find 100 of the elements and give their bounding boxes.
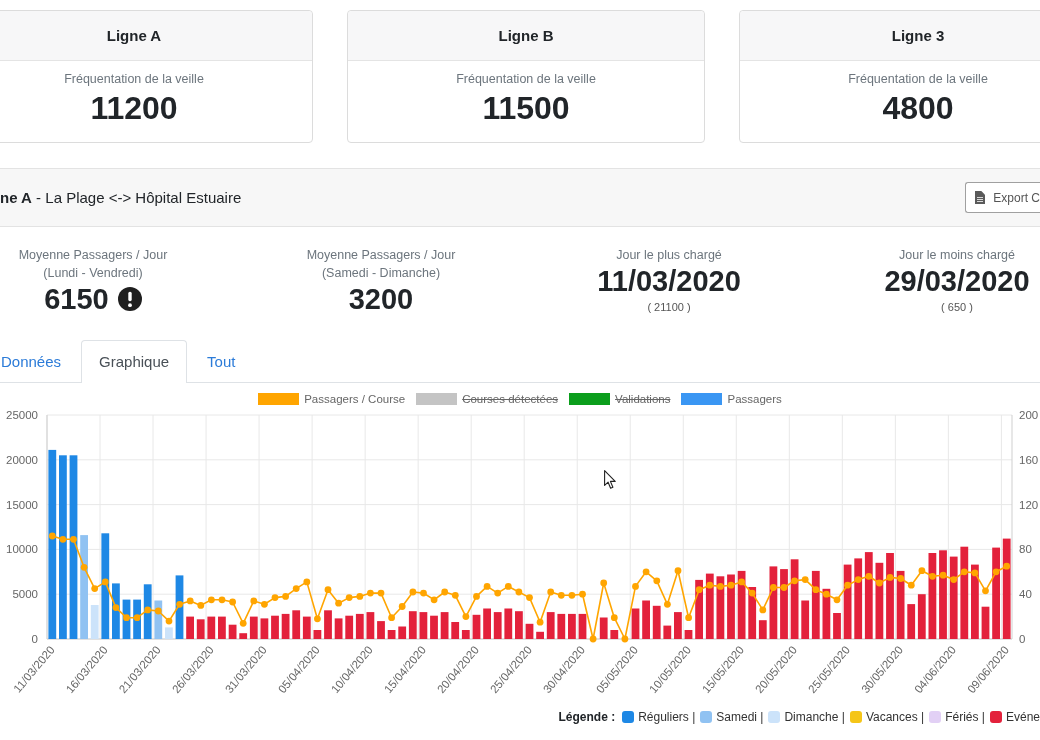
ratio-point	[589, 635, 597, 643]
ratio-point	[971, 569, 979, 577]
ratio-point	[536, 618, 544, 626]
ratio-point	[600, 579, 608, 587]
ratio-point	[441, 588, 449, 596]
ratio-point	[367, 589, 374, 597]
ratio-point	[876, 579, 883, 587]
ratio-point	[982, 587, 989, 595]
ratio-point	[674, 567, 682, 575]
ratio-point	[610, 614, 618, 622]
ratio-point	[398, 603, 406, 610]
ratio-point	[430, 596, 438, 604]
legend-label: Evéne	[1005, 710, 1040, 724]
stat-value: 3200	[348, 282, 414, 316]
ratio-point	[918, 567, 926, 575]
stat-sublabel: (Lundi - Vendredi)	[43, 265, 143, 282]
card-title: Ligne A	[106, 27, 162, 44]
ratio-point	[950, 576, 958, 583]
ratio-point	[833, 596, 841, 604]
tab[interactable]: Tout	[189, 340, 254, 382]
ratio-point	[854, 576, 862, 583]
ratio-point	[314, 615, 321, 623]
line-title: ne A - La Plage <-> Hôpital Estuaire	[0, 189, 242, 206]
stat-sublabel: (Samedi - Dimanche)	[321, 265, 441, 282]
legend-toggle[interactable]: Passagers / Course	[258, 392, 406, 406]
ratio-point	[812, 586, 820, 594]
cursor-icon	[604, 470, 616, 489]
ratio-point	[568, 591, 576, 599]
ratio-point	[526, 594, 533, 601]
ratio-point	[123, 614, 130, 622]
ratio-point	[695, 586, 703, 594]
tab[interactable]: Graphique	[81, 340, 188, 383]
axis-label: 20000	[6, 453, 38, 466]
ratio-point	[356, 593, 364, 600]
stat-label: Jour le moins chargé	[899, 247, 1015, 264]
ratio-point	[420, 589, 427, 597]
ratio-point	[409, 588, 417, 596]
ratio-point	[250, 597, 258, 605]
ratio-point	[133, 614, 141, 622]
ratio-point	[717, 583, 724, 590]
ratio-point	[770, 584, 777, 591]
ratio-point	[1003, 562, 1011, 570]
ratio-point	[165, 617, 173, 625]
ratio-point	[80, 563, 88, 571]
card-label: Fréquentation de la veille	[64, 72, 204, 87]
tab[interactable]: Données	[0, 340, 80, 382]
ratio-point	[632, 583, 639, 590]
ratio-point	[154, 607, 162, 615]
ratio-point	[377, 589, 385, 597]
card-label: Fréquentation de la veille	[848, 72, 988, 87]
legend-label: Dimanche |	[784, 710, 845, 724]
card-title: Ligne 3	[891, 27, 945, 44]
ratio-point	[218, 596, 226, 604]
ratio-point	[515, 588, 523, 596]
ratio-point	[823, 590, 830, 598]
stat-label: Moyenne Passagers / Jour	[306, 247, 456, 264]
axis-label: 200	[1019, 409, 1039, 421]
axis-label: 120	[1019, 498, 1039, 511]
legend-label: Fériés |	[945, 710, 985, 724]
ratio-point	[685, 614, 692, 622]
ratio-point	[727, 581, 735, 589]
ratio-point	[494, 589, 502, 597]
ratio-point	[664, 600, 671, 608]
card-label: Fréquentation de la veille	[456, 72, 596, 87]
ratio-point	[939, 571, 947, 579]
axis-label: 0	[1019, 633, 1026, 645]
ratio-point	[801, 576, 809, 583]
ratio-point	[791, 577, 798, 585]
legend-toggle[interactable]: Validations	[569, 392, 671, 406]
ratio-point	[292, 585, 300, 592]
legend-toggle[interactable]: Passagers	[681, 392, 782, 406]
export-button[interactable]: Export C	[965, 182, 1040, 213]
axis-label: 5000	[12, 588, 38, 601]
ratio-point	[557, 591, 565, 599]
ratio-point	[261, 600, 268, 608]
ratio-point	[642, 568, 650, 576]
ratio-point	[229, 598, 236, 606]
stat-detail: ( 21100 )	[647, 300, 691, 315]
legend-toggle[interactable]: Courses détectées	[416, 392, 559, 406]
ratio-point	[865, 572, 873, 580]
ratio-point	[504, 583, 512, 590]
ratio-point	[112, 604, 120, 611]
axis-label: 0	[31, 633, 38, 645]
ratio-point	[780, 584, 788, 591]
ratio-point	[621, 635, 629, 643]
ratio-point	[324, 586, 332, 594]
legend-label: Réguliers |	[638, 710, 696, 724]
ratio-point	[186, 597, 194, 605]
ratio-point	[483, 583, 491, 590]
ratio-point	[547, 588, 555, 596]
axis-label: 25000	[6, 409, 38, 421]
axis-label: 160	[1019, 453, 1039, 466]
axis-label: 10000	[6, 543, 38, 556]
ratio-point	[70, 535, 77, 543]
stat-value: 29/03/2020	[884, 264, 1030, 298]
ratio-point	[197, 602, 205, 609]
ratio-point	[91, 585, 99, 592]
legend-label: Vacances |	[865, 710, 925, 724]
ratio-point	[144, 606, 152, 614]
ratio-point	[176, 600, 183, 608]
